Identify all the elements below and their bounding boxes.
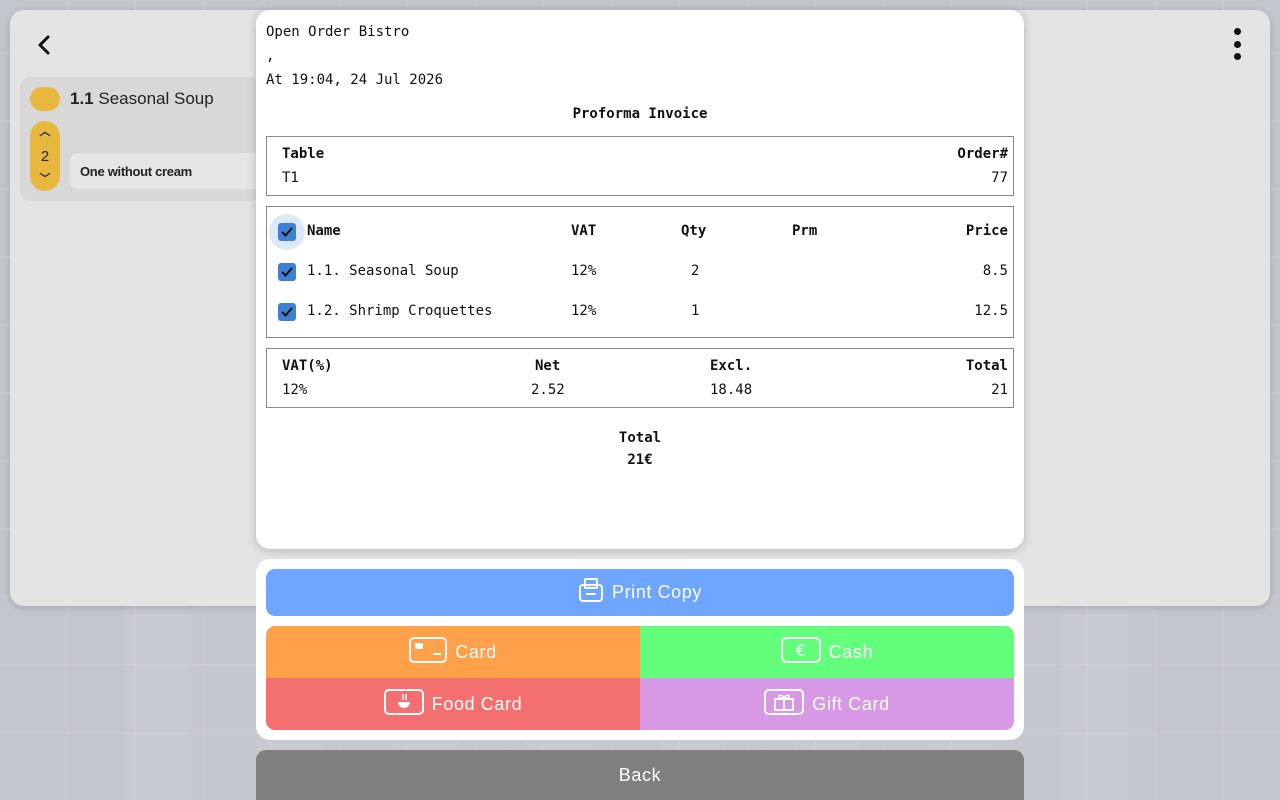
table-value: T1: [282, 170, 299, 186]
food-card-label: Food Card: [431, 693, 523, 714]
vat-summary-box: VAT(%) Net Excl. Total 12% 2.52 18.48 21: [266, 348, 1014, 408]
gift-card-icon: [764, 688, 805, 720]
item-vat-cell: 12%: [571, 263, 597, 279]
order-number-value: 77: [991, 170, 1008, 186]
item-qty-cell: 1: [691, 303, 700, 319]
chevron-up-icon[interactable]: ︿: [40, 127, 51, 138]
item-status-dot: [30, 87, 60, 111]
col-header-prm: Prm: [792, 223, 818, 239]
cash-label: Cash: [828, 641, 874, 662]
item-price-cell: 8.5: [982, 263, 1008, 279]
more-options-icon[interactable]: [1228, 28, 1246, 60]
col-header-qty: Qty: [681, 223, 707, 239]
back-button[interactable]: Back: [256, 750, 1024, 800]
euro-cash-icon: €: [780, 636, 821, 668]
chevron-down-icon[interactable]: ﹀: [40, 174, 51, 185]
item-number: 1.1: [70, 89, 94, 108]
printer-icon: [578, 577, 604, 608]
item-checkbox[interactable]: [278, 303, 296, 321]
vat-header-excl: Excl.: [710, 358, 753, 374]
col-header-price: Price: [965, 223, 1008, 239]
select-all-checkbox[interactable]: [278, 223, 296, 241]
card-label: Card: [455, 641, 497, 662]
item-note: One without cream: [70, 153, 270, 189]
print-copy-label: Print Copy: [611, 582, 703, 602]
svg-text:€: €: [795, 641, 806, 660]
restaurant-name: Open Order Bistro: [266, 24, 410, 40]
invoice-preview: Open Order Bistro , At 19:04, 24 Jul 202…: [256, 10, 1024, 549]
vat-net-value: 2.52: [531, 382, 565, 398]
credit-card-icon: [409, 636, 448, 668]
card-payment-button[interactable]: Card: [266, 626, 640, 678]
gift-card-label: Gift Card: [812, 693, 890, 714]
food-card-icon: [383, 688, 424, 720]
item-name: Seasonal Soup: [98, 89, 214, 108]
col-header-name: Name: [307, 223, 341, 239]
table-label: Table: [282, 146, 325, 162]
cash-payment-button[interactable]: € Cash: [640, 626, 1014, 678]
order-item-card[interactable]: 1.1 Seasonal Soup ︿ 2 ﹀ One without crea…: [20, 77, 270, 201]
gift-card-payment-button[interactable]: Gift Card: [640, 678, 1014, 730]
col-header-vat: VAT: [571, 223, 597, 239]
grand-total-label: Total: [618, 430, 662, 446]
item-vat-cell: 12%: [571, 303, 597, 319]
document-title: Proforma Invoice: [572, 106, 708, 122]
item-price-cell: 12.5: [974, 303, 1008, 319]
grand-total: Total 21€: [256, 430, 1024, 468]
item-name-cell: 1.1. Seasonal Soup: [307, 263, 459, 279]
payment-panel: Print Copy Card € Cash Food Card Gift Ca…: [256, 559, 1024, 740]
vat-header-total: Total: [965, 358, 1008, 374]
item-qty-cell: 2: [691, 263, 700, 279]
food-card-payment-button[interactable]: Food Card: [266, 678, 640, 730]
vat-header-rate: VAT(%): [282, 358, 333, 374]
vat-total-value: 21: [991, 382, 1008, 398]
vat-header-net: Net: [535, 358, 561, 374]
items-table: Name VAT Qty Prm Price 1.1. Seasonal Sou…: [266, 206, 1014, 338]
table-order-box: Table Order# T1 77: [266, 136, 1014, 196]
item-name-cell: 1.2. Shrimp Croquettes: [307, 303, 493, 319]
back-label: Back: [618, 765, 662, 785]
restaurant-address: ,: [266, 48, 275, 64]
quantity-value: 2: [40, 147, 50, 165]
vat-excl-value: 18.48: [710, 382, 753, 398]
vat-rate-value: 12%: [282, 382, 308, 398]
grand-total-value: 21€: [627, 452, 653, 468]
item-title: 1.1 Seasonal Soup: [70, 89, 214, 109]
print-copy-button[interactable]: Print Copy: [266, 569, 1014, 616]
item-checkbox[interactable]: [278, 263, 296, 281]
order-number-label: Order#: [957, 146, 1008, 162]
quantity-stepper[interactable]: ︿ 2 ﹀: [30, 121, 60, 191]
back-chevron-icon[interactable]: [34, 34, 56, 56]
invoice-datetime: At 19:04, 24 Jul 2026: [266, 72, 444, 88]
